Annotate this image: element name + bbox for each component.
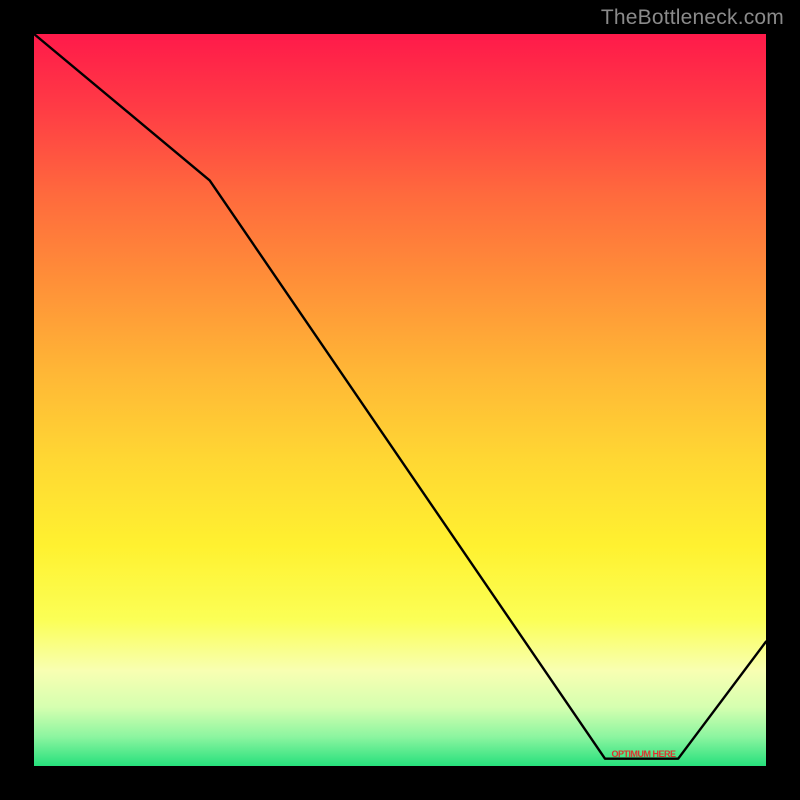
optimum-label: OPTIMUM HERE bbox=[612, 749, 676, 759]
watermark-text: TheBottleneck.com bbox=[601, 6, 784, 30]
bottleneck-curve bbox=[34, 34, 766, 766]
chart-container: TheBottleneck.com OPTIMUM HERE bbox=[0, 0, 800, 800]
plot-area: OPTIMUM HERE bbox=[34, 34, 766, 766]
